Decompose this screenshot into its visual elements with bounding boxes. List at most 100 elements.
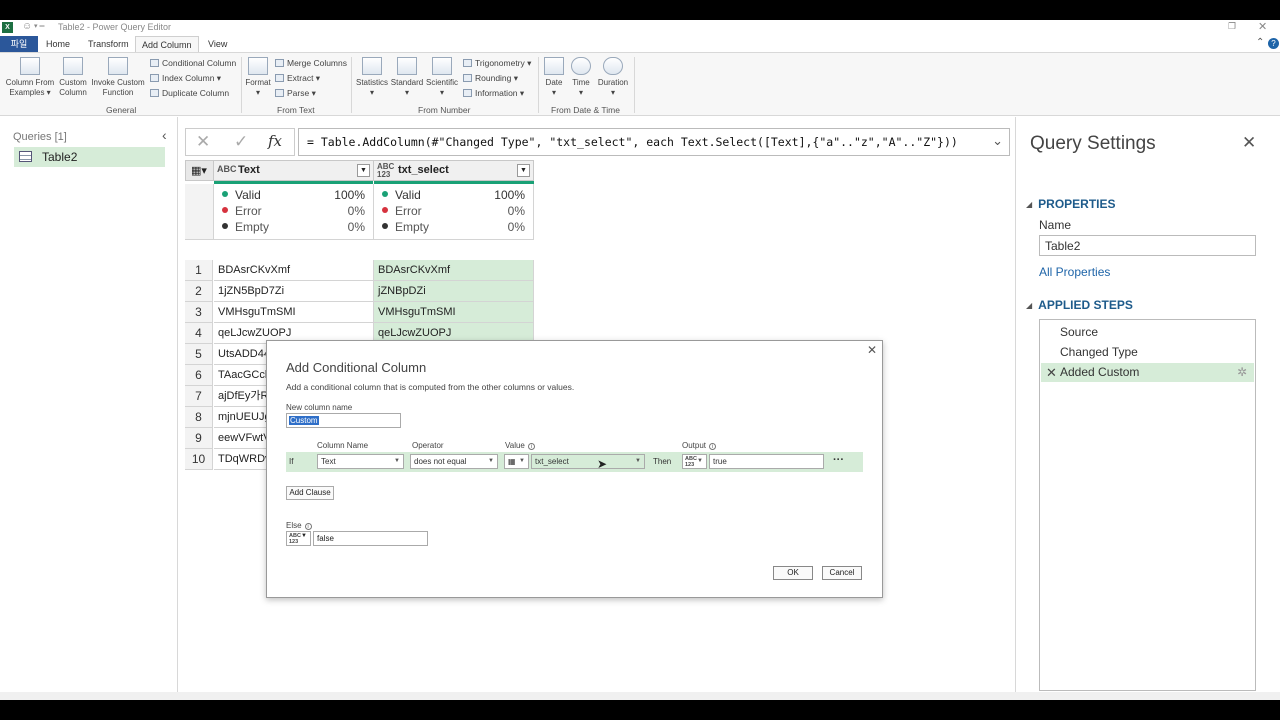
ribbon-collapse-icon[interactable]: ⌃ xyxy=(1256,37,1264,48)
new-column-name-input[interactable]: Custom xyxy=(286,413,401,428)
filter-dropdown-icon[interactable]: ▼ xyxy=(357,164,370,177)
qat-dropdown-icon[interactable]: ▾ ═ xyxy=(34,22,44,30)
query-item-table2[interactable]: Table2 xyxy=(14,147,165,167)
extract-button[interactable]: Extract ▾ xyxy=(275,72,320,84)
quality-valid-pct: 100% xyxy=(334,188,365,202)
else-input[interactable]: false xyxy=(313,531,428,546)
row-number[interactable]: 6 xyxy=(185,365,213,386)
filter-dropdown-icon[interactable]: ▼ xyxy=(517,164,530,177)
invoke-function-label-2: Function xyxy=(102,88,134,97)
row-number[interactable]: 7 xyxy=(185,386,213,407)
else-type-select[interactable]: ABC 123 ▼ xyxy=(286,531,311,546)
time-button[interactable]: Time ▾ xyxy=(569,57,593,98)
table-cell-text[interactable]: 1jZN5BpD7Zi xyxy=(214,281,374,302)
date-button[interactable]: Date ▾ xyxy=(542,57,566,98)
row-number[interactable]: 8 xyxy=(185,407,213,428)
tab-home[interactable]: Home xyxy=(40,36,76,52)
standard-button[interactable]: Standard ▾ xyxy=(390,57,424,98)
format-button[interactable]: Format ▾ xyxy=(244,57,272,98)
duplicate-column-button[interactable]: Duplicate Column xyxy=(150,87,229,99)
formula-expand-chevron-icon[interactable]: ⌄ xyxy=(992,133,1003,149)
cancel-x-icon[interactable]: ✕ xyxy=(196,132,210,152)
cancel-button[interactable]: Cancel xyxy=(822,566,862,580)
type-any-icon: ABC 123 xyxy=(377,162,395,179)
then-label: Then xyxy=(653,457,672,466)
row-number[interactable]: 9 xyxy=(185,428,213,449)
clock-icon xyxy=(571,57,591,75)
query-settings-pane: Query Settings ✕ ◢ PROPERTIES Name Table2… xyxy=(1015,117,1280,692)
info-icon[interactable]: i xyxy=(709,443,717,450)
output-type-select[interactable]: ABC 123 ▼ xyxy=(682,454,707,469)
parse-label: Parse ▾ xyxy=(287,88,316,98)
conditional-column-button[interactable]: Conditional Column xyxy=(150,57,236,69)
value-select[interactable]: txt_select ▼ xyxy=(531,454,645,469)
table-cell-txt-select[interactable]: jZNBpDZi xyxy=(374,281,534,302)
window-title: Table2 - Power Query Editor xyxy=(58,22,172,32)
parse-button[interactable]: Parse ▾ xyxy=(275,87,316,99)
query-name-input[interactable]: Table2 xyxy=(1039,235,1256,256)
restore-icon[interactable]: ❐ xyxy=(1228,21,1236,32)
output-input[interactable]: true xyxy=(709,454,824,469)
table-cell-txt-select[interactable]: BDAsrCKvXmf xyxy=(374,260,534,281)
step-source[interactable]: Source xyxy=(1041,323,1254,342)
step-changed-type[interactable]: Changed Type xyxy=(1041,343,1254,362)
collapse-chevron-icon[interactable]: ‹ xyxy=(162,127,167,143)
properties-heading[interactable]: ◢ PROPERTIES xyxy=(1026,197,1116,211)
trigonometry-button[interactable]: Trigonometry ▾ xyxy=(463,57,531,69)
step-label: Added Custom xyxy=(1060,365,1140,379)
info-icon[interactable]: i xyxy=(527,443,535,450)
table-menu-icon: ▦▾ xyxy=(191,165,207,177)
column-from-examples-button[interactable]: Column From Examples ▾ xyxy=(4,57,56,98)
step-added-custom[interactable]: ✕ Added Custom ✲ xyxy=(1041,363,1254,382)
operator-select[interactable]: does not equal ▼ xyxy=(410,454,498,469)
tab-add-column[interactable]: Add Column xyxy=(135,36,199,52)
quality-row-spacer xyxy=(185,184,214,240)
add-clause-button[interactable]: Add Clause xyxy=(286,486,334,500)
merge-columns-button[interactable]: Merge Columns xyxy=(275,57,347,69)
column-header-txt-select[interactable]: ABC 123 txt_select ▼ xyxy=(373,160,534,181)
index-column-button[interactable]: Index Column ▾ xyxy=(150,72,221,84)
scientific-button[interactable]: Scientific ▾ xyxy=(425,57,459,98)
table-cell-txt-select[interactable]: VMHsguTmSMI xyxy=(374,302,534,323)
dialog-close-icon[interactable]: ✕ xyxy=(867,343,877,357)
tab-transform[interactable]: Transform xyxy=(82,36,135,52)
row-number[interactable]: 3 xyxy=(185,302,213,323)
information-button[interactable]: Information ▾ xyxy=(463,87,524,99)
tab-file[interactable]: 파일 xyxy=(0,36,38,52)
custom-column-button[interactable]: Custom Column xyxy=(57,57,89,98)
info-icon[interactable]: i xyxy=(304,523,312,530)
row-number[interactable]: 2 xyxy=(185,281,213,302)
type-text-icon: ABC xyxy=(217,164,237,174)
help-icon[interactable]: ? xyxy=(1268,38,1279,49)
ok-button[interactable]: OK xyxy=(773,566,813,580)
fx-icon[interactable]: fx xyxy=(268,132,282,150)
applied-steps-heading[interactable]: ◢ APPLIED STEPS xyxy=(1026,298,1133,312)
settings-close-icon[interactable]: ✕ xyxy=(1242,133,1256,153)
quality-empty-pct: 0% xyxy=(507,220,525,234)
table-cell-text[interactable]: VMHsguTmSMI xyxy=(214,302,374,323)
window-close-icon[interactable]: ✕ xyxy=(1258,20,1267,33)
more-options-icon[interactable]: ··· xyxy=(833,454,844,466)
smiley-icon[interactable]: ☺ xyxy=(22,21,32,32)
tab-view[interactable]: View xyxy=(202,36,233,52)
gear-icon[interactable]: ✲ xyxy=(1237,363,1247,382)
table-cell-text[interactable]: BDAsrCKvXmf xyxy=(214,260,374,281)
delete-step-icon[interactable]: ✕ xyxy=(1046,363,1057,382)
rounding-button[interactable]: Rounding ▾ xyxy=(463,72,518,84)
formula-bar[interactable]: = Table.AddColumn(#"Changed Type", "txt_… xyxy=(298,128,1010,156)
value-type-select[interactable]: ▦ ▼ xyxy=(504,454,529,469)
row-number[interactable]: 1 xyxy=(185,260,213,281)
invoke-custom-function-button[interactable]: Invoke Custom Function xyxy=(89,57,147,98)
commit-check-icon[interactable]: ✓ xyxy=(234,132,248,152)
all-properties-link[interactable]: All Properties xyxy=(1039,265,1110,279)
row-number[interactable]: 5 xyxy=(185,344,213,365)
table-menu-button[interactable]: ▦▾ xyxy=(185,160,214,181)
statistics-button[interactable]: Statistics ▾ xyxy=(355,57,389,98)
row-number[interactable]: 4 xyxy=(185,323,213,344)
formula-text[interactable]: = Table.AddColumn(#"Changed Type", "txt_… xyxy=(307,135,958,149)
row-number[interactable]: 10 xyxy=(185,449,213,470)
column-from-examples-label-2: Examples ▾ xyxy=(9,88,51,97)
column-name-select[interactable]: Text ▼ xyxy=(317,454,404,469)
column-header-text[interactable]: ABC Text ▼ xyxy=(213,160,374,181)
duration-button[interactable]: Duration ▾ xyxy=(596,57,630,98)
